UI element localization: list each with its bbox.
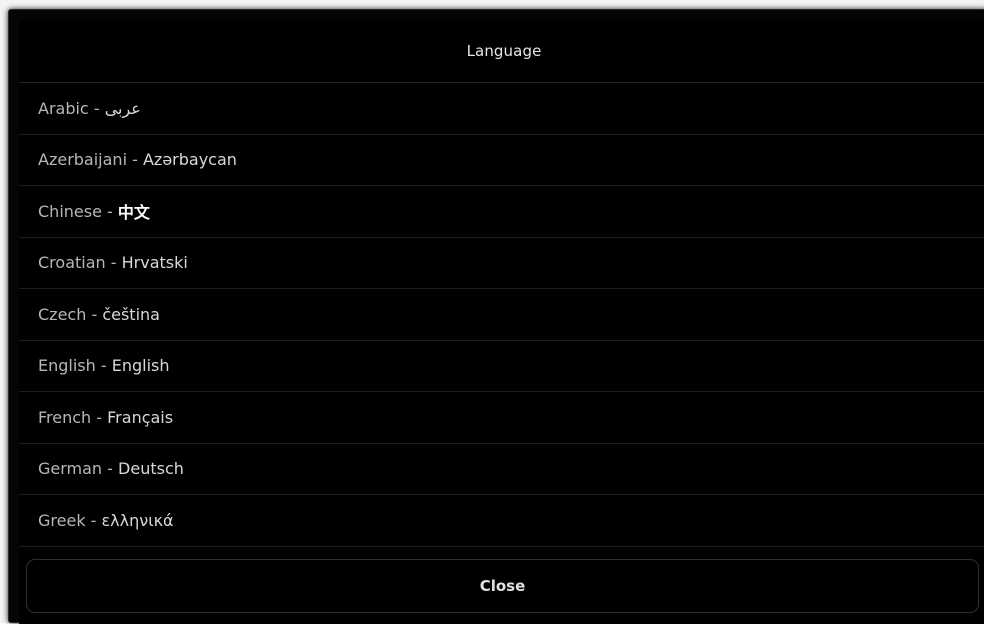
language-name: Czech [38, 304, 87, 324]
language-item-english[interactable]: English - English [19, 341, 984, 392]
dialog-title-bar: Language [19, 19, 984, 83]
language-separator: - [95, 356, 112, 376]
language-native-name: Français [107, 407, 174, 427]
language-separator: - [86, 304, 103, 324]
language-name: French [38, 407, 92, 427]
language-native-name: Deutsch [118, 459, 184, 479]
dialog-content: Language Arabic - عربى Azerbaijani - Azə… [19, 19, 984, 624]
language-item-czech[interactable]: Czech - čeština [19, 289, 984, 341]
language-item-croatian[interactable]: Croatian - Hrvatski [19, 238, 984, 289]
language-native-name: čeština [102, 304, 160, 324]
dialog-title: Language [466, 41, 542, 60]
close-button-label: Close [479, 577, 526, 595]
language-native-name: ελληνικά [101, 510, 174, 530]
language-separator: - [85, 510, 102, 530]
language-name: German [38, 459, 103, 479]
language-item-chinese[interactable]: Chinese - 中文 [19, 186, 984, 238]
language-native-name: عربى [104, 98, 141, 118]
language-separator: - [105, 253, 122, 273]
language-name: Croatian [38, 253, 106, 273]
language-name: Greek [38, 510, 86, 530]
language-separator: - [88, 98, 105, 118]
language-item-arabic[interactable]: Arabic - عربى [19, 83, 984, 135]
language-native-name: 中文 [117, 203, 150, 223]
language-separator: - [127, 150, 143, 170]
language-dialog: Language Arabic - عربى Azerbaijani - Azə… [8, 9, 984, 624]
language-item-greek[interactable]: Greek - ελληνικά [19, 495, 984, 547]
language-native-name: Hrvatski [121, 253, 188, 273]
language-item-german[interactable]: German - Deutsch [19, 444, 984, 495]
language-item-french[interactable]: French - Français [19, 392, 984, 444]
close-button[interactable]: Close [26, 559, 979, 613]
language-list: Arabic - عربى Azerbaijani - Azərbaycan C… [19, 83, 984, 547]
language-separator: - [102, 459, 119, 479]
language-name: Chinese [38, 201, 102, 221]
language-item-azerbaijani[interactable]: Azerbaijani - Azərbaycan [19, 135, 984, 186]
language-name: Arabic [38, 98, 89, 118]
language-native-name: Azərbaycan [142, 150, 237, 170]
language-name: Azerbaijani [38, 150, 128, 170]
language-native-name: English [111, 356, 170, 376]
language-separator: - [101, 201, 118, 221]
language-name: English [38, 356, 96, 376]
language-separator: - [91, 407, 108, 427]
